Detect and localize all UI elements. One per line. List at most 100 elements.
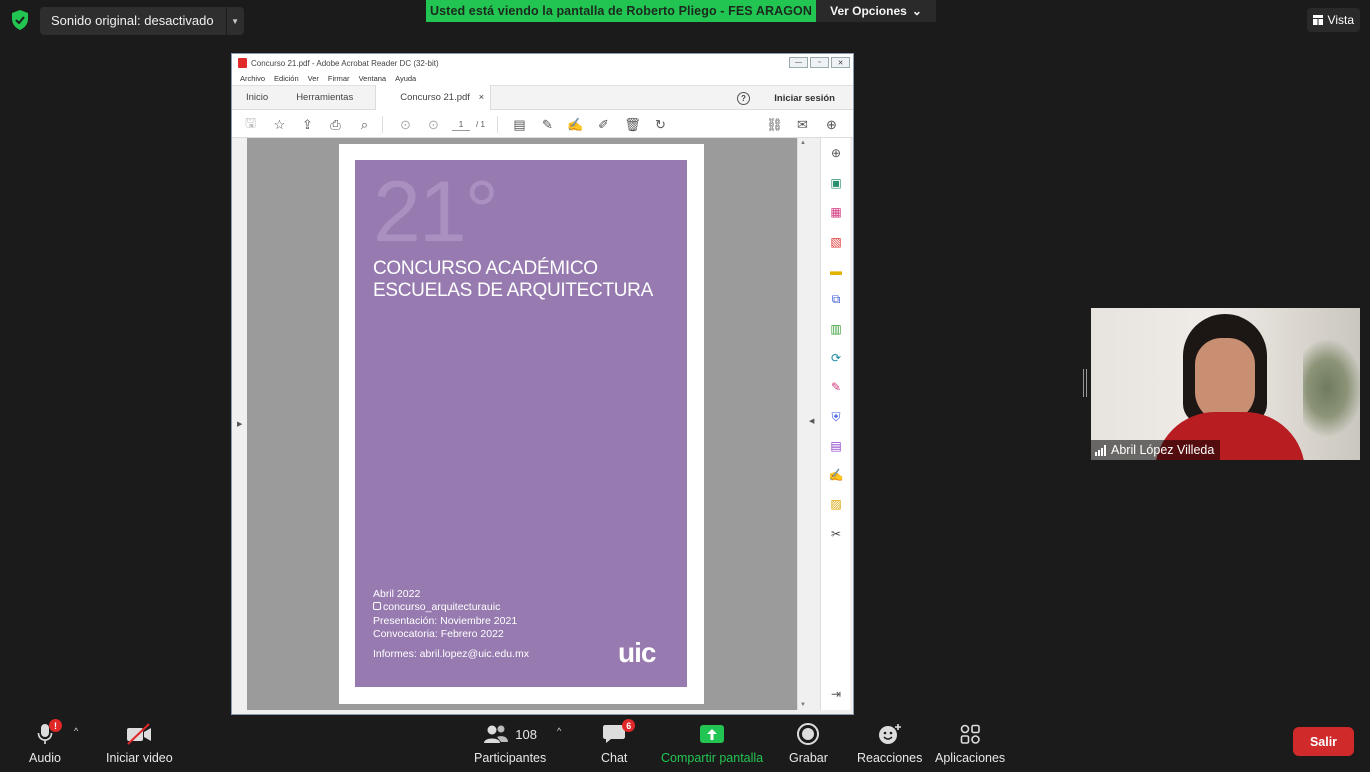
cloud-upload-icon[interactable]: ⇪	[299, 116, 316, 133]
create-pdf-icon[interactable]: ▣	[828, 175, 844, 191]
view-options-button[interactable]: Ver Opciones ⌄	[816, 0, 936, 22]
cover-info: Abril 2022 concurso_arquitecturauic Pres…	[373, 588, 517, 641]
chat-button[interactable]: 6 Chat	[601, 719, 636, 765]
original-sound-label[interactable]: Sonido original: desactivado	[40, 7, 226, 35]
reactions-button[interactable]: Reacciones	[857, 721, 922, 765]
export-pdf-icon[interactable]: ▧	[828, 234, 844, 250]
chat-label: Chat	[601, 751, 628, 765]
toolbar-divider	[382, 116, 383, 133]
zoom-out-icon[interactable]: ⌕	[356, 116, 373, 133]
help-icon[interactable]: ?	[737, 92, 750, 105]
save-icon[interactable]: 🖫	[242, 115, 259, 133]
chevron-down-icon[interactable]: ▼	[225, 7, 244, 35]
start-video-button[interactable]: Iniciar video	[106, 721, 173, 765]
menu-ver[interactable]: Ver	[308, 74, 319, 83]
combine-files-icon[interactable]: ⧉	[828, 291, 844, 307]
maximize-button[interactable]: ▫	[810, 57, 829, 68]
background-plant	[1303, 338, 1360, 438]
menu-edicion[interactable]: Edición	[274, 74, 299, 83]
comment-icon[interactable]: ▤	[511, 116, 528, 133]
comment-tool-icon[interactable]: ▬	[828, 263, 844, 279]
record-button[interactable]: Grabar	[789, 721, 828, 765]
fill-sign-icon[interactable]: ✎	[828, 379, 844, 395]
chat-unread-badge: 6	[622, 719, 636, 732]
audio-button[interactable]: ! Audio	[29, 719, 62, 765]
scroll-up-icon[interactable]: ▲	[800, 140, 806, 146]
reactions-label: Reacciones	[857, 751, 923, 765]
compare-files-icon[interactable]: ▥	[828, 321, 844, 337]
instagram-icon	[373, 602, 381, 611]
close-tab-icon[interactable]: ×	[479, 92, 485, 103]
participants-button[interactable]: 108 Participantes	[474, 721, 546, 765]
page-navigator: 1 / 1	[452, 118, 485, 131]
more-tools-icon[interactable]: ✂	[828, 526, 844, 542]
star-icon[interactable]: ☆	[271, 116, 288, 133]
window-title: Concurso 21.pdf - Adobe Acrobat Reader D…	[251, 58, 439, 68]
left-panel-strip: ▶	[232, 138, 247, 710]
sign-in-button[interactable]: Iniciar sesión	[774, 86, 835, 111]
scroll-down-icon[interactable]: ▼	[800, 702, 806, 708]
sign-icon[interactable]: ✍	[567, 116, 584, 133]
menu-ayuda[interactable]: Ayuda	[395, 74, 416, 83]
view-label: Vista	[1327, 13, 1354, 27]
share-screen-button[interactable]: Compartir pantalla	[661, 721, 763, 765]
protect-icon[interactable]: ⛨	[828, 409, 844, 425]
highlight-pen-icon[interactable]: ✎	[539, 116, 556, 133]
document-viewport[interactable]: 21° CONCURSO ACADÉMICO ESCUELAS DE ARQUI…	[247, 138, 797, 710]
request-signature-icon[interactable]: ✍	[828, 467, 844, 483]
edit-tag-icon[interactable]: ✐	[595, 116, 612, 133]
cover-call: Convocatoria: Febrero 2022	[373, 627, 504, 640]
cover-title: CONCURSO ACADÉMICO ESCUELAS DE ARQUITECT…	[373, 258, 653, 302]
scan-ocr-icon[interactable]: ⟳	[828, 350, 844, 366]
tab-bar: Inicio Herramientas Concurso 21.pdf × ? …	[232, 85, 853, 110]
prepare-form-icon[interactable]: ▤	[828, 438, 844, 454]
original-sound-toggle[interactable]: Sonido original: desactivado ▼	[40, 7, 244, 35]
record-icon	[797, 723, 820, 745]
view-options-label: Ver Opciones	[830, 4, 907, 18]
minimize-button[interactable]: —	[789, 57, 808, 68]
tab-document-label: Concurso 21.pdf	[400, 92, 470, 103]
menu-ventana[interactable]: Ventana	[359, 74, 387, 83]
participants-icon	[484, 725, 509, 743]
participants-label: Participantes	[474, 751, 547, 765]
organize-pages-icon[interactable]: ▦	[828, 204, 844, 220]
page-up-icon[interactable]: ⊙	[397, 116, 414, 133]
uic-logo: uic	[618, 637, 656, 668]
send-for-comments-icon[interactable]: ▨	[828, 496, 844, 512]
leave-meeting-button[interactable]: Salir	[1293, 727, 1354, 756]
audio-options-caret-icon[interactable]: ^	[74, 726, 78, 736]
expand-left-panel-icon[interactable]: ▶	[237, 420, 242, 428]
view-button[interactable]: Vista	[1306, 8, 1360, 32]
window-titlebar: Concurso 21.pdf - Adobe Acrobat Reader D…	[232, 54, 853, 72]
pdf-page: 21° CONCURSO ACADÉMICO ESCUELAS DE ARQUI…	[339, 144, 704, 704]
rotate-icon[interactable]: ↻	[652, 116, 669, 133]
tab-document[interactable]: Concurso 21.pdf ×	[375, 85, 492, 110]
tools-pane: ⊕ ▣ ▦ ▧ ▬ ⧉ ▥ ⟳ ✎ ⛨ ▤ ✍ ▨ ✂ ⇥	[820, 138, 850, 710]
add-user-icon[interactable]: ⊕	[823, 116, 840, 133]
vertical-scrollbar[interactable]: ▲ ▼	[797, 138, 808, 710]
page-down-icon[interactable]: ⊙	[425, 116, 442, 133]
tab-tools[interactable]: Herramientas	[282, 85, 367, 110]
cover-panel: 21° CONCURSO ACADÉMICO ESCUELAS DE ARQUI…	[355, 160, 687, 687]
email-icon[interactable]: ✉	[794, 116, 811, 133]
close-window-button[interactable]: ✕	[831, 57, 850, 68]
participant-video-tile[interactable]: Abril López Villeda	[1091, 308, 1360, 460]
apps-button[interactable]: Aplicaciones	[935, 721, 1005, 765]
share-link-icon[interactable]: ⛓	[766, 116, 783, 133]
menu-archivo[interactable]: Archivo	[240, 74, 265, 83]
video-resize-handle[interactable]	[1083, 369, 1087, 397]
participants-options-caret-icon[interactable]: ^	[557, 726, 561, 736]
apps-label: Aplicaciones	[935, 751, 1006, 765]
print-icon[interactable]: ⎙	[327, 116, 344, 133]
delete-icon[interactable]: 🗑	[624, 116, 641, 133]
menu-firmar[interactable]: Firmar	[328, 74, 350, 83]
collapse-pane-icon[interactable]: ⇥	[828, 686, 844, 702]
zoom-in-icon[interactable]: ⊕	[828, 145, 844, 161]
page-number-input[interactable]: 1	[452, 118, 470, 131]
apps-icon	[960, 724, 980, 744]
security-shield-icon[interactable]	[10, 9, 30, 31]
cover-date: Abril 2022	[373, 588, 421, 600]
participants-count: 108	[515, 726, 537, 742]
tab-home[interactable]: Inicio	[232, 85, 282, 110]
collapse-right-panel-icon[interactable]: ◀	[809, 417, 814, 425]
